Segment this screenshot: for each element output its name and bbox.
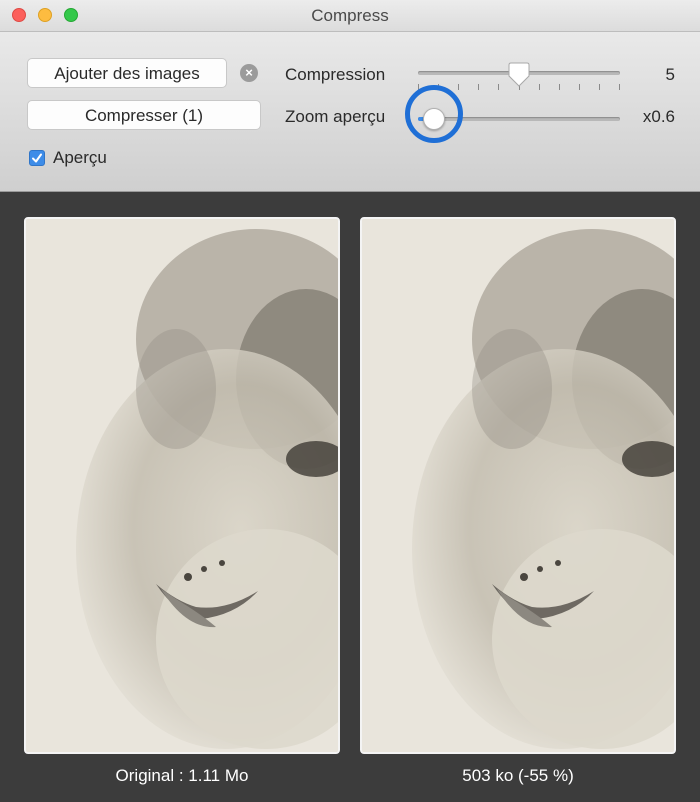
compression-tick: [498, 84, 500, 90]
compression-tick: [619, 84, 620, 90]
compressed-preview: [360, 217, 676, 754]
compression-tick: [598, 84, 600, 90]
zoom-slider-knob[interactable]: [423, 108, 446, 130]
compression-slider[interactable]: [418, 62, 620, 90]
zoom-slider[interactable]: [418, 108, 620, 130]
toolbar: Ajouter des images × Compresser (1) Aper…: [0, 32, 700, 192]
zoom-value: x0.6: [642, 107, 675, 126]
compression-value: 5: [665, 65, 675, 84]
compression-tick: [458, 84, 460, 90]
compress-button[interactable]: Compresser (1): [27, 100, 261, 130]
compression-tick: [538, 84, 540, 90]
original-size-caption: Original : 1.11 Mo: [115, 766, 249, 785]
preview-checkbox[interactable]: [29, 150, 45, 166]
compression-label: Compression: [285, 65, 386, 84]
original-preview: [24, 217, 340, 754]
compression-tick: [578, 84, 580, 90]
window-title: Compress: [311, 6, 389, 25]
llama-photo-compressed: [362, 219, 674, 752]
compression-tick: [478, 84, 480, 90]
zoom-label: Zoom aperçu: [285, 107, 386, 126]
compressed-size-caption: 503 ko (-55 %): [462, 766, 574, 785]
clear-icon[interactable]: ×: [240, 64, 258, 82]
checkmark-icon: [32, 153, 42, 163]
compression-tick: [438, 84, 440, 90]
llama-photo-original: [26, 219, 338, 752]
add-images-button[interactable]: Ajouter des images: [27, 58, 227, 88]
compression-tick: [558, 84, 560, 90]
preview-label: Aperçu: [53, 148, 107, 167]
compression-tick: [418, 84, 419, 90]
title-bar: Compress: [0, 0, 700, 32]
slider-knob-icon[interactable]: [508, 62, 530, 88]
